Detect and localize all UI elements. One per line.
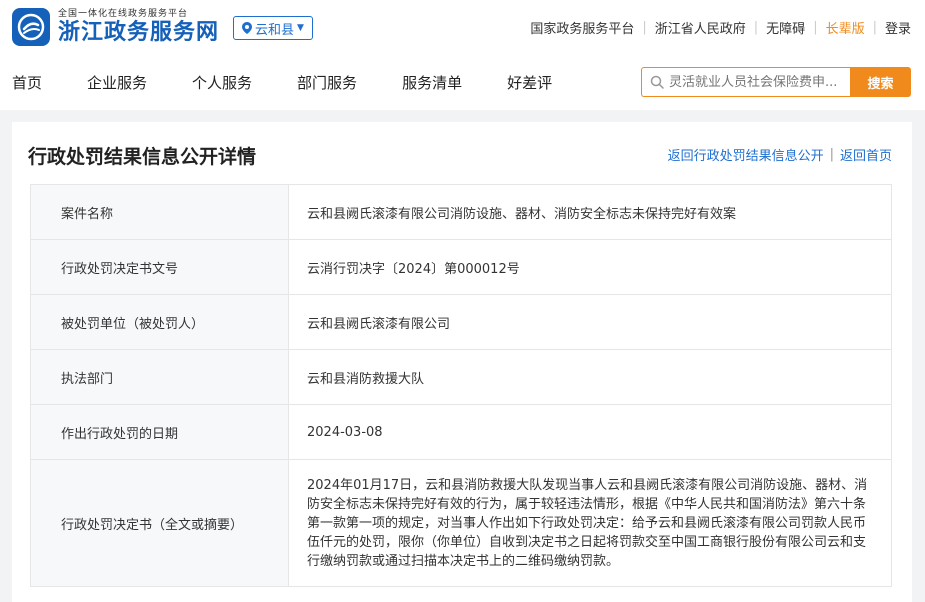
site-logo[interactable]: 全国一体化在线政务服务平台 浙江政务服务网: [12, 8, 219, 46]
search-field: [641, 67, 850, 97]
table-row: 行政处罚决定书文号 云消行罚决字〔2024〕第000012号: [30, 239, 892, 295]
field-value: 云和县阙氏滚漆有限公司: [288, 294, 892, 350]
region-label: 云和县: [255, 22, 295, 38]
field-value: 2024-03-08: [288, 404, 892, 460]
field-label: 案件名称: [30, 184, 289, 240]
top-links: 国家政务服务平台 | 浙江省人民政府 | 无障碍 | 长辈版 | 登录: [530, 18, 911, 37]
divider: |: [813, 20, 818, 35]
link-accessibility[interactable]: 无障碍: [766, 18, 805, 37]
nav-item-department[interactable]: 部门服务: [297, 72, 357, 93]
field-label: 被处罚单位（被处罚人）: [30, 294, 289, 350]
search-button[interactable]: 搜索: [850, 67, 911, 97]
logo-subtitle: 全国一体化在线政务服务平台: [58, 9, 189, 19]
link-elder-mode[interactable]: 长辈版: [826, 18, 865, 37]
nav-item-review[interactable]: 好差评: [507, 72, 552, 93]
return-home-link[interactable]: 返回首页: [840, 145, 892, 164]
field-label: 行政处罚决定书（全文或摘要）: [30, 459, 289, 587]
table-row: 执法部门 云和县消防救援大队: [30, 349, 892, 405]
region-selector[interactable]: 云和县 ▼: [233, 16, 313, 40]
detail-table: 案件名称 云和县阙氏滚漆有限公司消防设施、器材、消防安全标志未保持完好有效案 行…: [30, 184, 892, 587]
field-value: 云和县消防救援大队: [288, 349, 892, 405]
divider: |: [642, 20, 647, 35]
table-row: 作出行政处罚的日期 2024-03-08: [30, 404, 892, 460]
location-pin-icon: [242, 22, 252, 34]
page-title: 行政处罚结果信息公开详情: [28, 146, 257, 168]
detail-card: 行政处罚结果信息公开详情 返回行政处罚结果信息公开 | 返回首页 案件名称 云和…: [12, 122, 912, 602]
nav-item-personal[interactable]: 个人服务: [192, 72, 252, 93]
main-nav: 首页 企业服务 个人服务 部门服务 服务清单 好差评: [12, 72, 597, 93]
logo-title: 浙江政务服务网: [58, 20, 220, 45]
table-row: 被处罚单位（被处罚人） 云和县阙氏滚漆有限公司: [30, 294, 892, 350]
logo-emblem-icon: [12, 8, 50, 46]
link-national-platform[interactable]: 国家政务服务平台: [530, 18, 634, 37]
return-list-link[interactable]: 返回行政处罚结果信息公开: [668, 145, 824, 164]
caret-down-icon: ▼: [297, 23, 304, 33]
field-value: 云和县阙氏滚漆有限公司消防设施、器材、消防安全标志未保持完好有效案: [288, 184, 892, 240]
field-label: 执法部门: [30, 349, 289, 405]
search-bar: 搜索: [641, 67, 911, 97]
divider: |: [829, 147, 834, 162]
return-links: 返回行政处罚结果信息公开 | 返回首页: [668, 145, 892, 164]
nav-item-enterprise[interactable]: 企业服务: [87, 72, 147, 93]
link-login[interactable]: 登录: [885, 18, 911, 37]
divider: |: [872, 20, 877, 35]
nav-item-service-list[interactable]: 服务清单: [402, 72, 462, 93]
site-header: 全国一体化在线政务服务平台 浙江政务服务网 云和县 ▼ 国家政务服务平台 | 浙…: [0, 0, 925, 110]
field-value: 2024年01月17日，云和县消防救援大队发现当事人云和县阙氏滚漆有限公司消防设…: [288, 459, 892, 587]
field-label: 作出行政处罚的日期: [30, 404, 289, 460]
link-provincial-gov[interactable]: 浙江省人民政府: [655, 18, 746, 37]
field-value: 云消行罚决字〔2024〕第000012号: [288, 239, 892, 295]
table-row: 行政处罚决定书（全文或摘要） 2024年01月17日，云和县消防救援大队发现当事…: [30, 459, 892, 587]
divider: |: [753, 20, 759, 35]
field-label: 行政处罚决定书文号: [30, 239, 289, 295]
nav-item-home[interactable]: 首页: [12, 72, 42, 93]
search-icon: [650, 75, 664, 89]
table-row: 案件名称 云和县阙氏滚漆有限公司消防设施、器材、消防安全标志未保持完好有效案: [30, 184, 892, 240]
search-input[interactable]: [669, 74, 849, 90]
